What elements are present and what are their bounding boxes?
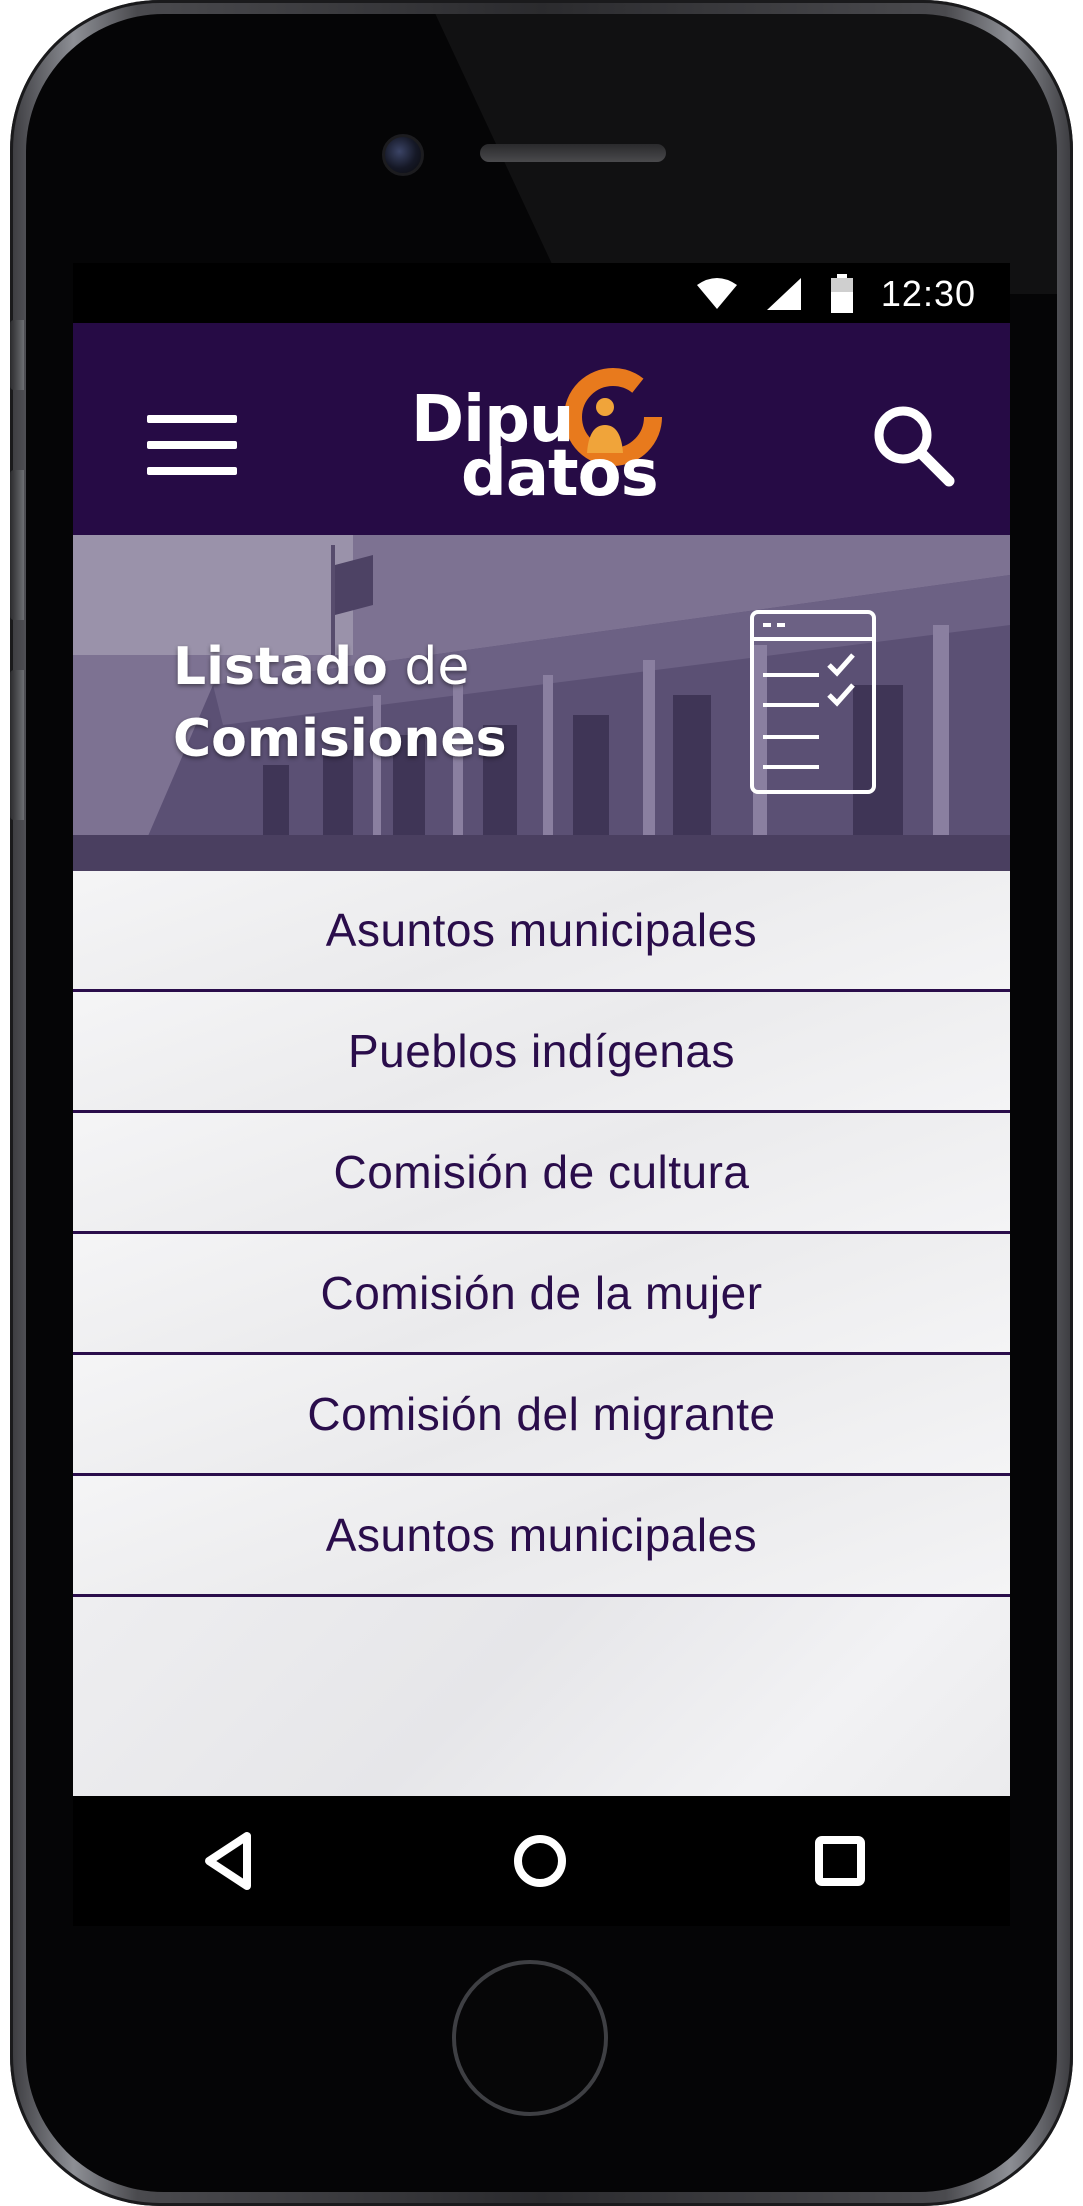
status-time: 12:30 — [880, 273, 976, 314]
dipudatos-logo: Dipu datos — [411, 363, 681, 513]
silent-switch — [10, 320, 24, 390]
battery-icon — [830, 274, 853, 313]
search-icon[interactable] — [871, 403, 955, 487]
volume-down-button — [10, 670, 24, 820]
earpiece-speaker — [480, 144, 666, 162]
app-screen: 12:30 Dipu datos Listado de Comisiones A… — [73, 263, 1010, 1796]
page-title: Listado de Comisiones — [173, 637, 507, 769]
list-item[interactable]: Comisión de cultura — [73, 1113, 1010, 1234]
navigation-bar — [73, 1796, 1010, 1926]
hero-banner: Listado de Comisiones — [73, 535, 1010, 871]
list-empty-area — [73, 1597, 1010, 1796]
logo-text-datos: datos — [461, 437, 659, 511]
list-item[interactable]: Comisión de la mujer — [73, 1234, 1010, 1355]
list-item[interactable]: Comisión del migrante — [73, 1355, 1010, 1476]
front-camera — [382, 134, 424, 176]
wifi-icon — [696, 278, 737, 309]
app-bar: Dipu datos — [73, 323, 1010, 535]
checklist-icon — [750, 610, 876, 794]
back-triangle-icon[interactable] — [195, 1826, 265, 1896]
cellular-signal-icon — [766, 278, 801, 310]
home-circle-icon[interactable] — [505, 1826, 575, 1896]
list-item[interactable]: Asuntos municipales — [73, 871, 1010, 992]
hamburger-menu-icon[interactable] — [147, 413, 237, 477]
status-bar: 12:30 — [73, 263, 1010, 323]
volume-up-button — [10, 470, 24, 620]
commission-list: Asuntos municipales Pueblos indígenas Co… — [73, 871, 1010, 1796]
list-item[interactable]: Asuntos municipales — [73, 1476, 1010, 1597]
recents-square-icon[interactable] — [805, 1826, 875, 1896]
list-item[interactable]: Pueblos indígenas — [73, 992, 1010, 1113]
home-button[interactable] — [452, 1960, 608, 2116]
